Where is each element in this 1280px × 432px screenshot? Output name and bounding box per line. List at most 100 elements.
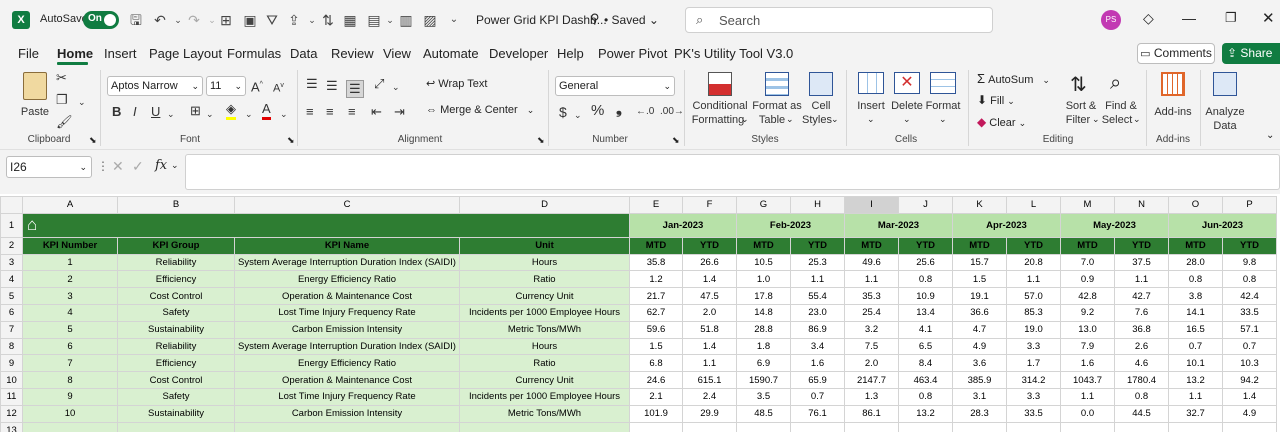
table-cell[interactable]: Reliability: [117, 253, 235, 272]
value-cell[interactable]: 28.0: [1168, 253, 1223, 272]
value-cell[interactable]: 32.7: [1168, 404, 1223, 423]
value-cell[interactable]: [736, 421, 791, 432]
value-cell[interactable]: 62.7: [629, 303, 683, 322]
value-cell[interactable]: 0.7: [1222, 337, 1277, 356]
fx-dropdown-icon[interactable]: ⌄: [171, 160, 179, 171]
value-cell[interactable]: 10.5: [736, 253, 791, 272]
filter-icon[interactable]: ⛛: [262, 10, 282, 30]
borders-icon[interactable]: ⊞: [190, 103, 201, 119]
row-header[interactable]: 3: [0, 253, 23, 272]
value-cell[interactable]: 2.0: [844, 354, 899, 373]
value-cell[interactable]: 55.4: [790, 287, 845, 305]
month-header[interactable]: Jan-2023: [629, 212, 737, 238]
table-cell[interactable]: Lost Time Injury Frequency Rate: [234, 387, 460, 406]
table-cell[interactable]: Sustainability: [117, 404, 235, 423]
value-cell[interactable]: 35.3: [844, 287, 899, 305]
value-cell[interactable]: 615.1: [682, 371, 737, 389]
value-cell[interactable]: [898, 421, 953, 432]
value-cell[interactable]: 16.5: [1168, 320, 1223, 339]
value-cell[interactable]: [1114, 421, 1169, 432]
value-cell[interactable]: 463.4: [898, 371, 953, 389]
middle-align-icon[interactable]: ☰: [326, 78, 338, 94]
percent-icon[interactable]: %: [591, 103, 604, 119]
value-cell[interactable]: 37.5: [1114, 253, 1169, 272]
table-cell[interactable]: System Average Interruption Duration Ind…: [234, 253, 460, 272]
diamond-icon[interactable]: ◇: [1143, 10, 1154, 27]
header-kpi-number[interactable]: KPI Number: [22, 236, 118, 255]
value-cell[interactable]: 1.0: [736, 270, 791, 289]
value-cell[interactable]: 14.1: [1168, 303, 1223, 322]
header-ytd[interactable]: YTD: [682, 236, 737, 255]
value-cell[interactable]: 76.1: [790, 404, 845, 423]
value-cell[interactable]: 314.2: [1006, 371, 1061, 389]
table-cell[interactable]: Hours: [459, 253, 630, 272]
italic-icon[interactable]: I: [133, 104, 137, 120]
tab-review[interactable]: Review: [331, 46, 374, 61]
value-cell[interactable]: 7.9: [1060, 337, 1115, 356]
table-cell[interactable]: Ratio: [459, 354, 630, 373]
value-cell[interactable]: 57.0: [1006, 287, 1061, 305]
table-cell[interactable]: [459, 421, 630, 432]
table-cell[interactable]: Efficiency: [117, 270, 235, 289]
tab-automate[interactable]: Automate: [423, 46, 479, 61]
undo-icon[interactable]: ↶: [150, 10, 170, 30]
value-cell[interactable]: 4.7: [952, 320, 1007, 339]
value-cell[interactable]: 4.1: [898, 320, 953, 339]
cancel-icon[interactable]: ✕: [112, 158, 124, 175]
value-cell[interactable]: 1.6: [790, 354, 845, 373]
font-launcher-icon[interactable]: ⬊: [287, 135, 295, 146]
comments-button[interactable]: ▭ Comments: [1137, 43, 1215, 64]
value-cell[interactable]: 26.6: [682, 253, 737, 272]
row-header[interactable]: 8: [0, 337, 23, 356]
value-cell[interactable]: 3.6: [952, 354, 1007, 373]
table-cell[interactable]: Efficiency: [117, 354, 235, 373]
collapse-ribbon-icon[interactable]: ⌄: [1266, 130, 1274, 141]
column-header[interactable]: O: [1168, 196, 1223, 214]
value-cell[interactable]: 47.5: [682, 287, 737, 305]
value-cell[interactable]: 15.7: [952, 253, 1007, 272]
value-cell[interactable]: 42.8: [1060, 287, 1115, 305]
value-cell[interactable]: 14.8: [736, 303, 791, 322]
currency-icon[interactable]: $: [559, 104, 567, 120]
decrease-decimal-icon[interactable]: .00→: [660, 104, 684, 120]
tab-formulas[interactable]: Formulas: [227, 46, 281, 61]
value-cell[interactable]: 25.3: [790, 253, 845, 272]
table-cell[interactable]: Energy Efficiency Ratio: [234, 270, 460, 289]
table-cell[interactable]: 1: [22, 253, 118, 272]
table-cell[interactable]: Safety: [117, 387, 235, 406]
month-header[interactable]: Mar-2023: [844, 212, 953, 238]
clear-button[interactable]: ◆ Clear ⌄: [977, 115, 1026, 129]
header-kpi-name[interactable]: KPI Name: [234, 236, 460, 255]
table-cell[interactable]: Currency Unit: [459, 287, 630, 305]
table-icon[interactable]: ▦: [340, 10, 360, 30]
find-select-button[interactable]: ⌕ Find & Select ⌄: [1101, 72, 1141, 130]
value-cell[interactable]: 1.2: [629, 270, 683, 289]
value-cell[interactable]: 0.7: [1168, 337, 1223, 356]
table-cell[interactable]: Hours: [459, 337, 630, 356]
header-kpi-group[interactable]: KPI Group: [117, 236, 235, 255]
value-cell[interactable]: 1.4: [682, 270, 737, 289]
value-cell[interactable]: 48.5: [736, 404, 791, 423]
wrap-text-button[interactable]: ↩ Wrap Text: [426, 77, 487, 90]
avatar[interactable]: PS: [1101, 10, 1121, 30]
sort-filter-button[interactable]: ⇅ Sort & Filter ⌄: [1063, 72, 1100, 130]
value-cell[interactable]: 0.8: [1114, 387, 1169, 406]
value-cell[interactable]: 385.9: [952, 371, 1007, 389]
merge-center-button[interactable]: ⇔ Merge & Center ⌄: [426, 104, 534, 116]
header-mtd[interactable]: MTD: [952, 236, 1007, 255]
underline-dropdown-icon[interactable]: ⌄: [167, 106, 175, 122]
table-cell[interactable]: [22, 421, 118, 432]
row-header[interactable]: 10: [0, 371, 23, 389]
conditional-formatting-button[interactable]: Conditional Formatting ⌄: [690, 72, 750, 130]
top-align-icon[interactable]: ☰: [306, 76, 318, 92]
cut-icon[interactable]: ✂: [56, 70, 67, 86]
saved-status[interactable]: • Saved ⌄: [604, 13, 659, 27]
insert-function-icon[interactable]: fx: [155, 158, 167, 173]
table-cell[interactable]: Operation & Maintenance Cost: [234, 371, 460, 389]
header-ytd[interactable]: YTD: [898, 236, 953, 255]
value-cell[interactable]: 6.5: [898, 337, 953, 356]
value-cell[interactable]: 33.5: [1006, 404, 1061, 423]
value-cell[interactable]: 7.6: [1114, 303, 1169, 322]
name-box[interactable]: I26 ⌄: [6, 156, 92, 178]
value-cell[interactable]: 2.0: [682, 303, 737, 322]
